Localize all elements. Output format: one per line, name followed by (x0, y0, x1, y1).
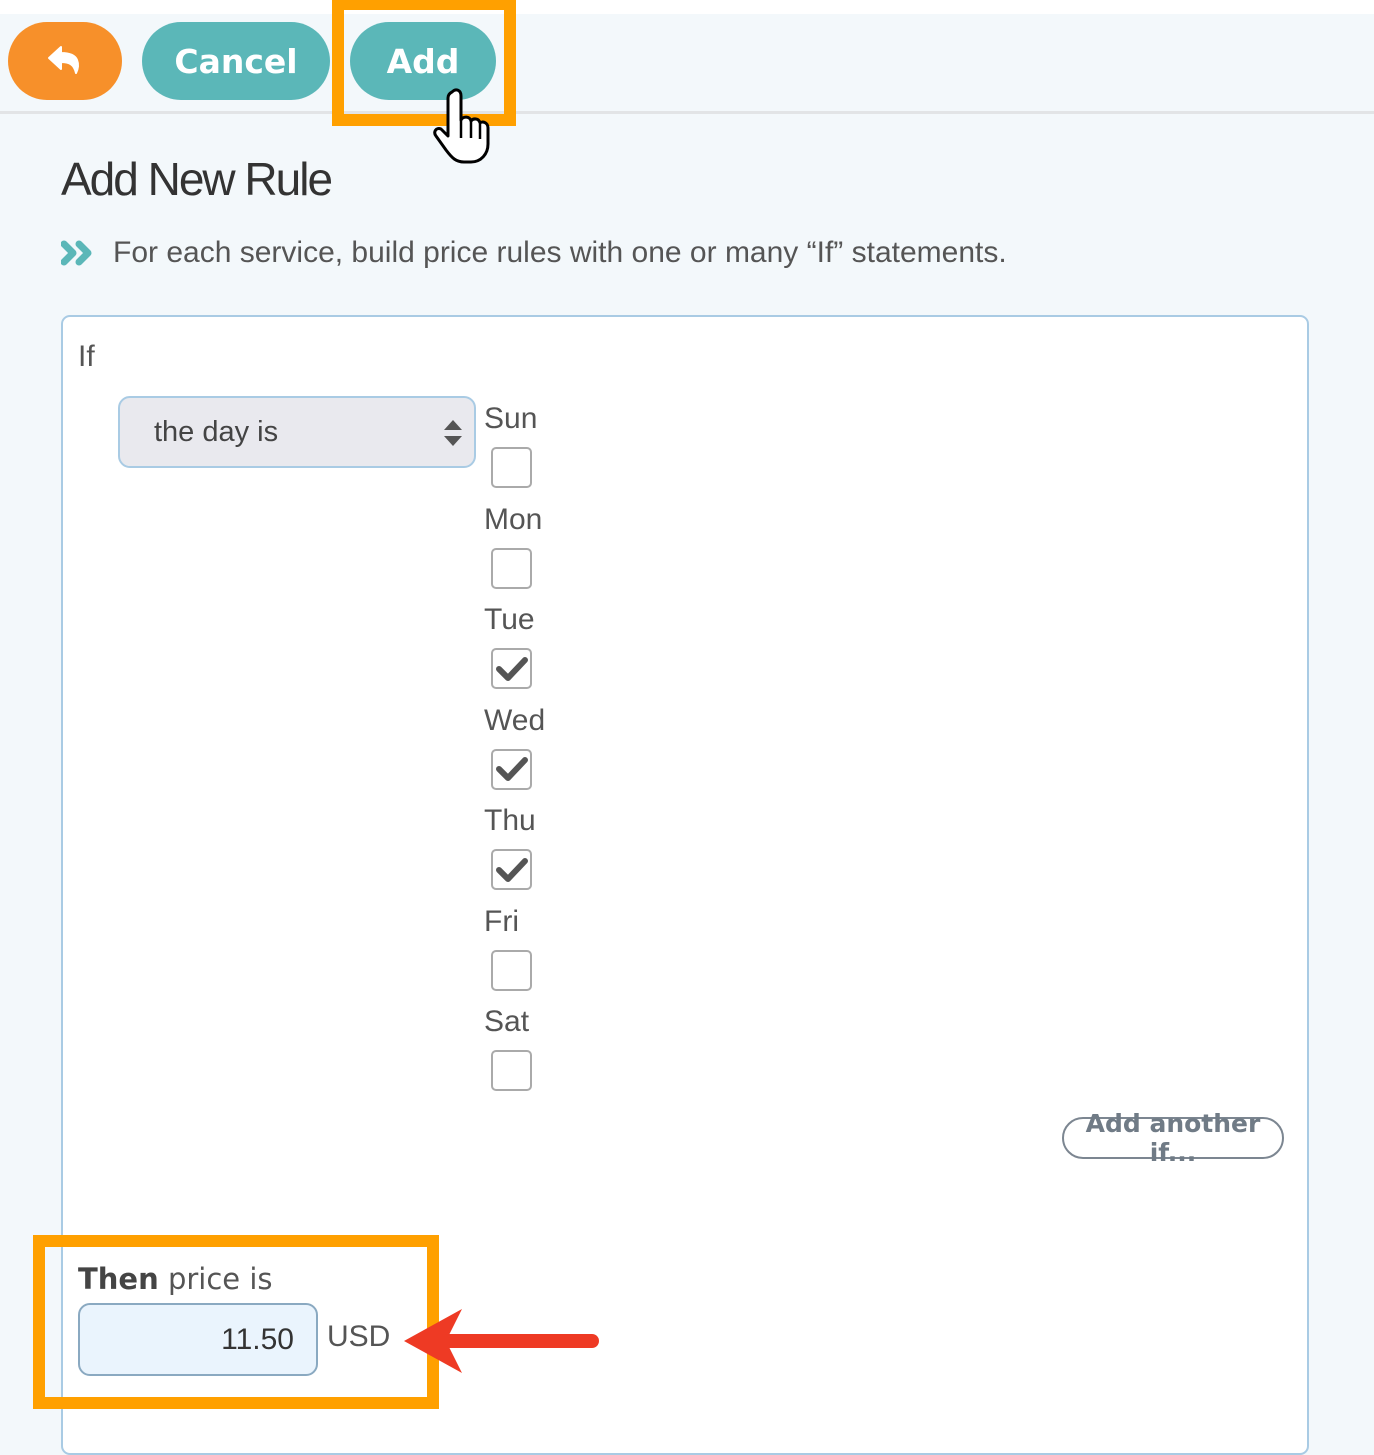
double-chevron-right-icon (61, 240, 92, 266)
reply-arrow-icon (48, 46, 80, 74)
day-option-fri: Fri (484, 904, 532, 991)
back-button[interactable] (8, 22, 122, 100)
day-label: Thu (484, 804, 536, 837)
if-label: If (78, 340, 95, 373)
add-button[interactable]: Add (350, 22, 496, 100)
toolbar-divider (0, 111, 1374, 114)
condition-select-value: the day is (154, 415, 279, 448)
day-label: Wed (484, 703, 546, 737)
day-checkbox-sun[interactable] (491, 447, 532, 488)
day-option-wed: Wed (484, 703, 546, 790)
day-checkbox-tue[interactable] (491, 648, 532, 689)
cancel-button[interactable]: Cancel (142, 22, 330, 100)
price-input[interactable] (78, 1303, 318, 1376)
day-option-sat: Sat (484, 1004, 532, 1091)
day-label: Mon (484, 502, 543, 536)
then-price-label: Then price is (78, 1262, 273, 1296)
day-checkbox-fri[interactable] (491, 949, 532, 991)
day-label: Tue (484, 603, 535, 636)
add-another-if-button[interactable]: Add another if... (1062, 1109, 1284, 1167)
condition-select[interactable]: the day is (118, 396, 476, 468)
day-option-mon: Mon (484, 502, 543, 589)
currency-label: USD (327, 1320, 391, 1353)
checkmark-icon (495, 656, 528, 681)
day-label: Sat (484, 1005, 530, 1038)
subtitle-row: For each service, build price rules with… (61, 236, 1007, 270)
day-checkbox-wed[interactable] (491, 748, 532, 790)
day-checkbox-mon[interactable] (491, 547, 532, 589)
subtitle-text: For each service, build price rules with… (113, 236, 1007, 269)
day-checkbox-sat[interactable] (491, 1050, 532, 1091)
top-strip (0, 0, 1374, 14)
checkmark-icon (495, 857, 528, 882)
checkmark-icon (495, 757, 528, 781)
day-label: Fri (484, 904, 519, 938)
page-title: Add New Rule (61, 153, 333, 205)
day-option-thu: Thu (484, 803, 536, 890)
day-option-tue: Tue (484, 602, 535, 689)
day-checkbox-thu[interactable] (491, 849, 532, 890)
then-bold-text: Then (78, 1262, 159, 1296)
select-updown-icon (444, 420, 462, 446)
day-label: Sun (484, 402, 538, 435)
then-rest-text: price is (158, 1262, 273, 1296)
day-option-sun: Sun (484, 401, 538, 488)
